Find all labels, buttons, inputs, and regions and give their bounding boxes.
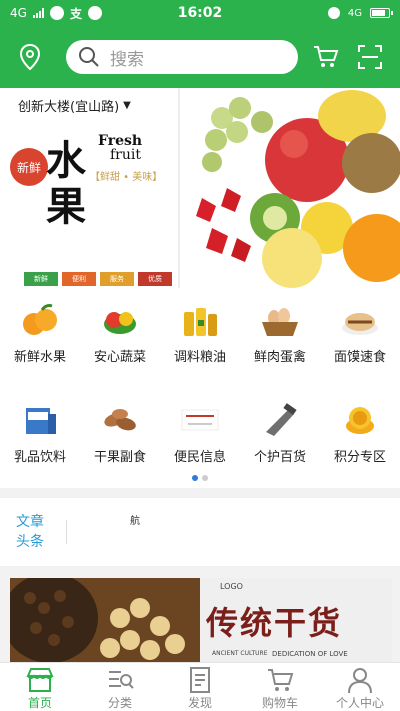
category-item[interactable]: 积分专区 [320,388,400,468]
banner-tag: 服务 [100,272,134,286]
cart-icon[interactable] [310,41,342,73]
category-label: 便民信息 [173,450,226,465]
chevron-down-icon: ▼ [123,100,131,111]
banner-tags: 新鲜 便利 服务 优质 [24,272,172,286]
store-icon [26,668,54,692]
banner-tag: 便利 [62,272,96,286]
battery-icon [370,8,393,18]
category-item[interactable]: 便民信息 [160,388,240,468]
category-label: 乳品饮料 [13,450,66,465]
category-label: 调料粮油 [173,350,226,365]
category-item[interactable]: 鲜肉蛋禽 [240,288,320,368]
top-bar: 4G 支 16:02 4G 搜索 [0,0,400,88]
search-icon [79,47,99,67]
category-item[interactable]: 个护百货 [240,388,320,468]
category-label: 干果副食 [93,450,146,465]
search-input[interactable]: 搜索 [66,40,298,74]
category-item[interactable]: 乳品饮料 [0,388,80,468]
almonds-icon [100,400,140,440]
tab-label: 购物车 [261,696,298,710]
location-selector[interactable]: 创新大楼(宜山路) ▼ [18,96,131,115]
category-label: 面馍速食 [333,350,386,365]
page-dot [202,475,208,481]
category-item[interactable]: 面馍速食 [320,288,400,368]
english-title: Fresh fruit [98,134,142,162]
network-label: 4G [10,6,27,20]
points-coins-icon [340,400,380,440]
promo-banner[interactable]: 创新大楼(宜山路) ▼ 新鲜 水 果 Fresh fruit 【鲜甜 • 美味】… [0,88,400,288]
milk-box-icon [20,400,60,440]
eggs-basket-icon [260,300,300,340]
razor-icon [260,400,300,440]
app-header: 搜索 [0,26,400,88]
promo-banner-secondary[interactable]: LOGO 传统干货 ANCIENT CULTURE DEDICATION OF … [10,578,392,668]
cart-icon [268,669,294,691]
banner-tag: 新鲜 [24,272,58,286]
banner-tagline: 【鲜甜 • 美味】 [90,172,163,183]
signal-icon [32,8,44,18]
notification-icon [49,6,64,20]
bread-icon [340,300,380,340]
app-notify-icon: 支 [69,6,82,21]
tab-label: 分类 [107,696,132,710]
category-list-icon [109,671,134,689]
user-icon [348,668,372,694]
category-item[interactable]: 安心蔬菜 [80,288,160,368]
category-item[interactable]: 新鲜水果 [0,288,80,368]
banner-caption: DEDICATION OF LOVE [272,650,348,658]
category-item[interactable]: 干果副食 [80,388,160,468]
news-item[interactable]: 航 [130,512,140,527]
banner-logo-text: LOGO [220,582,243,591]
banner-left-panel: 创新大楼(宜山路) ▼ 新鲜 水 果 Fresh fruit 【鲜甜 • 美味】… [0,88,180,288]
tab-profile[interactable]: 个人中心 [320,663,400,711]
category-label: 新鲜水果 [13,350,66,365]
nuts-photo [10,578,200,668]
news-title: 文章头条 [16,514,44,550]
tab-category[interactable]: 分类 [80,663,160,711]
category-label: 个护百货 [253,450,306,465]
fresh-badge: 新鲜 [10,148,48,186]
tab-discover[interactable]: 发现 [160,663,240,711]
network-right-label: 4G [347,7,362,19]
category-grid: 新鲜水果 安心蔬菜 调料粮油 鲜肉蛋禽 面馍速食 乳品饮料 干果副食 便民信息 … [0,288,400,488]
document-icon [190,667,210,693]
page-dot-active [192,475,198,481]
category-label: 积分专区 [333,450,386,465]
location-label: 创新大楼(宜山路) [18,100,120,115]
banner-tag: 优质 [138,272,172,286]
headline-char: 果 [46,183,86,230]
tab-label: 个人中心 [335,696,384,710]
english-word: fruit [110,147,141,163]
search-app-icon [87,6,102,20]
search-placeholder: 搜索 [110,49,144,70]
status-bar: 4G 支 16:02 4G [0,0,400,26]
tab-cart[interactable]: 购物车 [240,663,320,711]
scan-icon[interactable] [354,41,386,73]
oranges-icon [20,300,60,340]
banner-caption: ANCIENT CULTURE [212,650,268,657]
oil-bottles-icon [180,300,220,340]
fruit-photo [182,88,400,288]
banner-title: 传统干货 [206,604,343,642]
alarm-icon [327,7,340,19]
bottom-tab-bar: 首页 分类 发现 购物车 个人中心 [0,662,400,711]
page-indicator [0,475,400,481]
english-word: Fresh [98,133,143,149]
tab-label: 首页 [27,696,52,710]
category-item[interactable]: 调料粮油 [160,288,240,368]
info-card-icon [180,400,220,440]
news-ticker[interactable]: 文章头条 航 [0,498,400,566]
location-pin-icon[interactable] [14,41,46,73]
vegetables-icon [100,300,140,340]
category-label: 安心蔬菜 [93,350,146,365]
tab-label: 发现 [187,696,212,710]
tab-home[interactable]: 首页 [0,663,80,711]
category-label: 鲜肉蛋禽 [253,350,306,365]
divider [66,520,67,544]
